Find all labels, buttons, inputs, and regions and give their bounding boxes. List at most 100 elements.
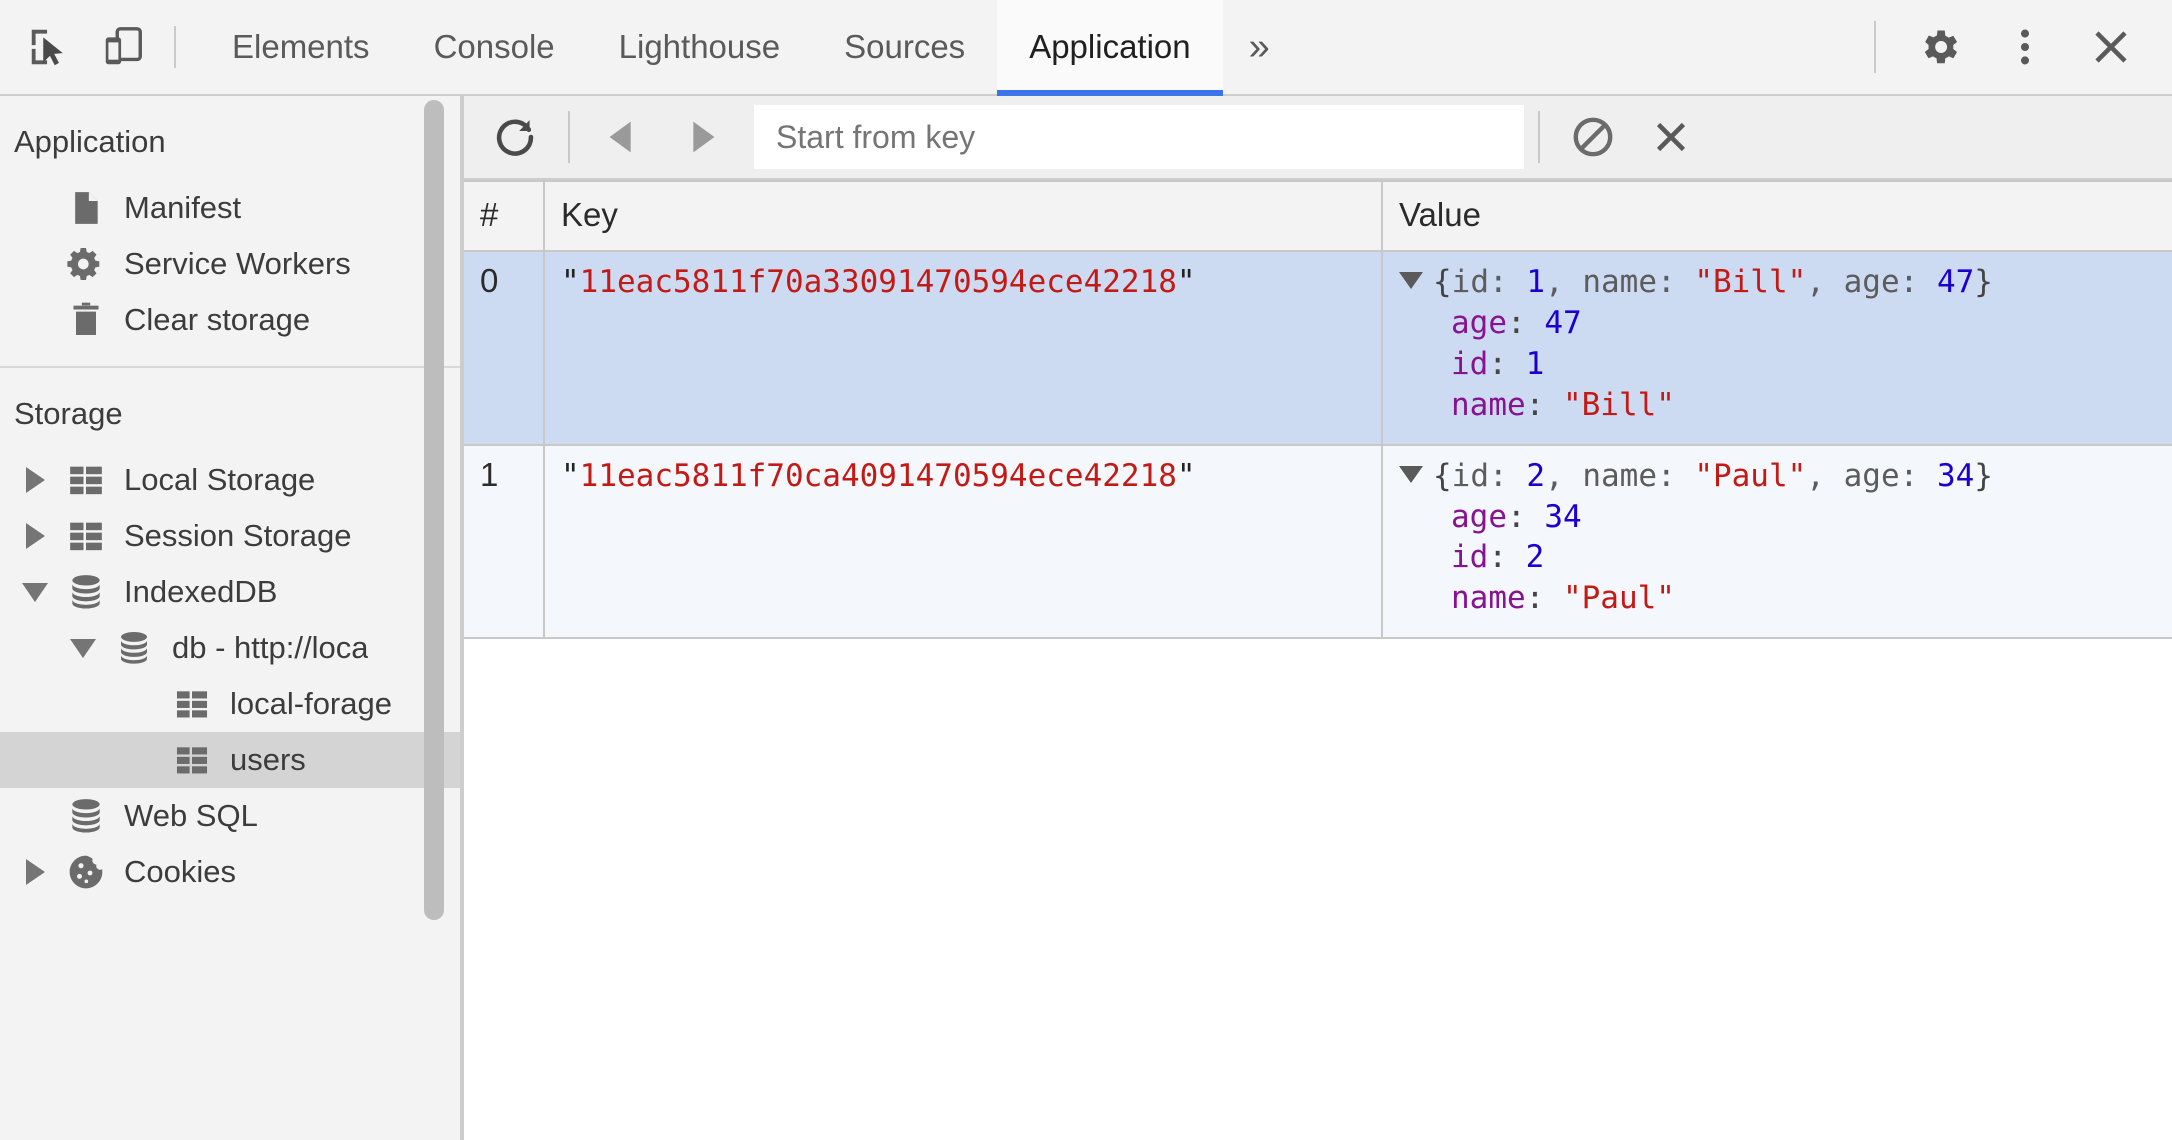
indexeddb-panel: # Key Value 0 "11eac5811f70a33091470594e… (462, 96, 2172, 1140)
sidebar-item-label: Local Storage (124, 462, 315, 498)
next-page-icon[interactable] (662, 102, 740, 172)
summary-age-value: 47 (1937, 264, 1974, 300)
database-icon (58, 572, 114, 612)
expand-triangle-icon[interactable] (1399, 466, 1423, 483)
clear-icon[interactable] (1632, 102, 1710, 172)
tab-lighthouse[interactable]: Lighthouse (587, 0, 812, 94)
key-quote-open: " (561, 264, 580, 300)
indexeddb-toolbar (464, 96, 2172, 180)
sidebar-item-local-storage[interactable]: Local Storage (0, 452, 460, 508)
sidebar-item-label: Manifest (124, 190, 241, 226)
toolbar-divider (568, 111, 570, 163)
tab-application[interactable]: Application (997, 0, 1222, 94)
key-quote-close: " (1177, 458, 1196, 494)
sidebar-item-label: Session Storage (124, 518, 351, 554)
inspect-element-icon[interactable] (12, 0, 86, 94)
sidebar-item-label: users (230, 742, 306, 778)
device-toolbar-icon[interactable] (86, 0, 160, 94)
sidebar-item-manifest[interactable]: Manifest (0, 180, 460, 236)
devtools-main-toolbar: Elements Console Lighthouse Sources Appl… (0, 0, 2172, 96)
kebab-menu-icon[interactable] (1982, 24, 2068, 70)
summary-id-value: 1 (1526, 264, 1545, 300)
sidebar-item-indexeddb[interactable]: IndexedDB (0, 564, 460, 620)
sidebar-item-label: IndexedDB (124, 574, 277, 610)
chevron-right-icon[interactable] (12, 523, 58, 549)
sidebar-item-web-sql[interactable]: Web SQL (0, 788, 460, 844)
storage-section: Storage Local Storage (0, 368, 460, 900)
summary-age-key: , age: (1806, 264, 1937, 300)
sidebar-item-cookies[interactable]: Cookies (0, 844, 460, 900)
value-property-row: id: 1 (1399, 344, 2172, 385)
close-icon[interactable] (2068, 23, 2154, 71)
gear-icon[interactable] (1896, 24, 1982, 70)
row-key: "11eac5811f70a33091470594ece42218" (544, 251, 1382, 445)
summary-name-key: , name: (1545, 458, 1694, 494)
sidebar-item-label: db - http://loca (172, 630, 368, 666)
start-from-key-input[interactable] (754, 105, 1524, 169)
sidebar-item-service-workers[interactable]: Service Workers (0, 236, 460, 292)
row-key: "11eac5811f70ca4091470594ece42218" (544, 445, 1382, 639)
application-section: Application Manifest (0, 96, 460, 368)
chevron-down-icon[interactable] (12, 583, 58, 602)
row-index: 0 (464, 251, 544, 445)
summary-name-key: , name: (1545, 264, 1694, 300)
previous-page-icon[interactable] (584, 102, 662, 172)
panel-tabs: Elements Console Lighthouse Sources Appl… (200, 0, 1296, 94)
property-value: 47 (1544, 305, 1581, 341)
storage-section-title: Storage (0, 368, 460, 452)
refresh-icon[interactable] (476, 102, 554, 172)
value-summary-line[interactable]: {id: 1, name: "Bill", age: 47} (1399, 262, 2172, 303)
key-quote-close: " (1177, 264, 1196, 300)
column-header-value[interactable]: Value (1382, 181, 2172, 251)
chevron-down-icon[interactable] (60, 639, 106, 658)
property-name: name (1451, 387, 1526, 423)
sidebar-scrollbar-thumb[interactable] (424, 100, 444, 920)
database-icon (106, 629, 162, 667)
table-row[interactable]: 0 "11eac5811f70a33091470594ece42218" {id… (464, 251, 2172, 445)
summary-name-value: "Bill" (1694, 264, 1806, 300)
column-header-key[interactable]: Key (544, 181, 1382, 251)
trash-icon (58, 300, 114, 340)
value-property-row: name: "Paul" (1399, 578, 2172, 619)
table-icon (164, 741, 220, 779)
sidebar-item-database[interactable]: db - http://loca (0, 620, 460, 676)
row-value: {id: 1, name: "Bill", age: 47} age: 47 i… (1382, 251, 2172, 445)
sidebar-item-local-forage[interactable]: local-forage (0, 676, 460, 732)
indexeddb-data-grid: # Key Value 0 "11eac5811f70a33091470594e… (464, 180, 2172, 639)
tab-console[interactable]: Console (402, 0, 587, 94)
tab-sources[interactable]: Sources (812, 0, 997, 94)
value-property-row: id: 2 (1399, 537, 2172, 578)
table-row[interactable]: 1 "11eac5811f70ca4091470594ece42218" {id… (464, 445, 2172, 639)
expand-triangle-icon[interactable] (1399, 272, 1423, 289)
application-section-title: Application (0, 96, 460, 180)
devtools-window: Elements Console Lighthouse Sources Appl… (0, 0, 2172, 1140)
sidebar-item-label: Cookies (124, 854, 236, 890)
table-icon (58, 516, 114, 556)
sidebar-item-clear-storage[interactable]: Clear storage (0, 292, 460, 348)
chevron-right-icon[interactable] (12, 467, 58, 493)
database-icon (58, 796, 114, 836)
tab-elements[interactable]: Elements (200, 0, 402, 94)
gear-icon (58, 244, 114, 284)
property-name: name (1451, 580, 1526, 616)
column-header-index[interactable]: # (464, 181, 544, 251)
row-value: {id: 2, name: "Paul", age: 34} age: 34 i… (1382, 445, 2172, 639)
chevron-right-icon[interactable] (12, 859, 58, 885)
application-sidebar: Application Manifest (0, 96, 462, 1140)
more-tabs-icon[interactable]: » (1223, 0, 1296, 94)
property-name: age (1451, 305, 1507, 341)
property-name: id (1451, 539, 1488, 575)
sidebar-item-label: Clear storage (124, 302, 310, 338)
summary-id-key: id: (1452, 458, 1527, 494)
key-text: 11eac5811f70a33091470594ece42218 (580, 264, 1177, 300)
toolbar-divider-right (1874, 21, 1876, 73)
sidebar-item-users[interactable]: users (0, 732, 460, 788)
property-value: 1 (1526, 346, 1545, 382)
grid-empty-area (464, 639, 2172, 1140)
sidebar-scrollbar[interactable] (424, 96, 444, 1140)
summary-id-value: 2 (1526, 458, 1545, 494)
delete-all-icon[interactable] (1554, 102, 1632, 172)
value-summary-line[interactable]: {id: 2, name: "Paul", age: 34} (1399, 456, 2172, 497)
grid-header-row: # Key Value (464, 181, 2172, 251)
sidebar-item-session-storage[interactable]: Session Storage (0, 508, 460, 564)
